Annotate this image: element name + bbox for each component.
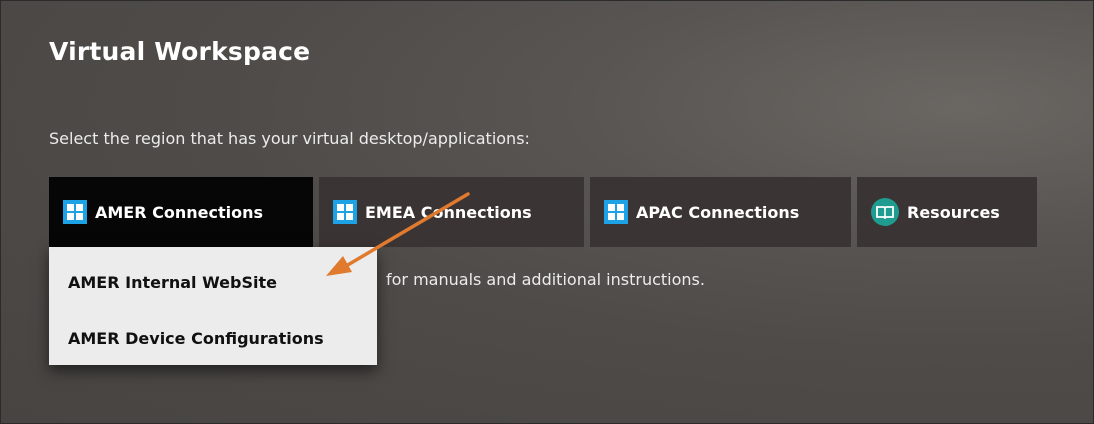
windows-icon — [604, 200, 628, 224]
book-icon — [871, 198, 899, 226]
help-text: for manuals and additional instructions. — [386, 270, 705, 289]
tab-label: APAC Connections — [636, 202, 800, 222]
windows-icon — [333, 200, 357, 224]
windows-icon — [63, 200, 87, 224]
menu-item-amer-device-configurations[interactable]: AMER Device Configurations — [68, 329, 324, 348]
menu-item-amer-internal-website[interactable]: AMER Internal WebSite — [68, 273, 277, 292]
tab-emea-connections[interactable]: EMEA Connections — [319, 177, 584, 247]
tab-label: AMER Connections — [95, 202, 264, 222]
tab-resources[interactable]: Resources — [857, 177, 1037, 247]
tab-amer-connections[interactable]: AMER Connections — [49, 177, 313, 247]
tab-apac-connections[interactable]: APAC Connections — [590, 177, 851, 247]
tab-label: EMEA Connections — [365, 202, 532, 222]
amer-dropdown-menu: AMER Internal WebSite AMER Device Config… — [49, 247, 377, 365]
tab-label: Resources — [907, 202, 1000, 222]
virtual-workspace-panel: Virtual Workspace Select the region that… — [0, 0, 1094, 424]
region-instructions: Select the region that has your virtual … — [49, 129, 530, 148]
page-title: Virtual Workspace — [49, 37, 311, 66]
